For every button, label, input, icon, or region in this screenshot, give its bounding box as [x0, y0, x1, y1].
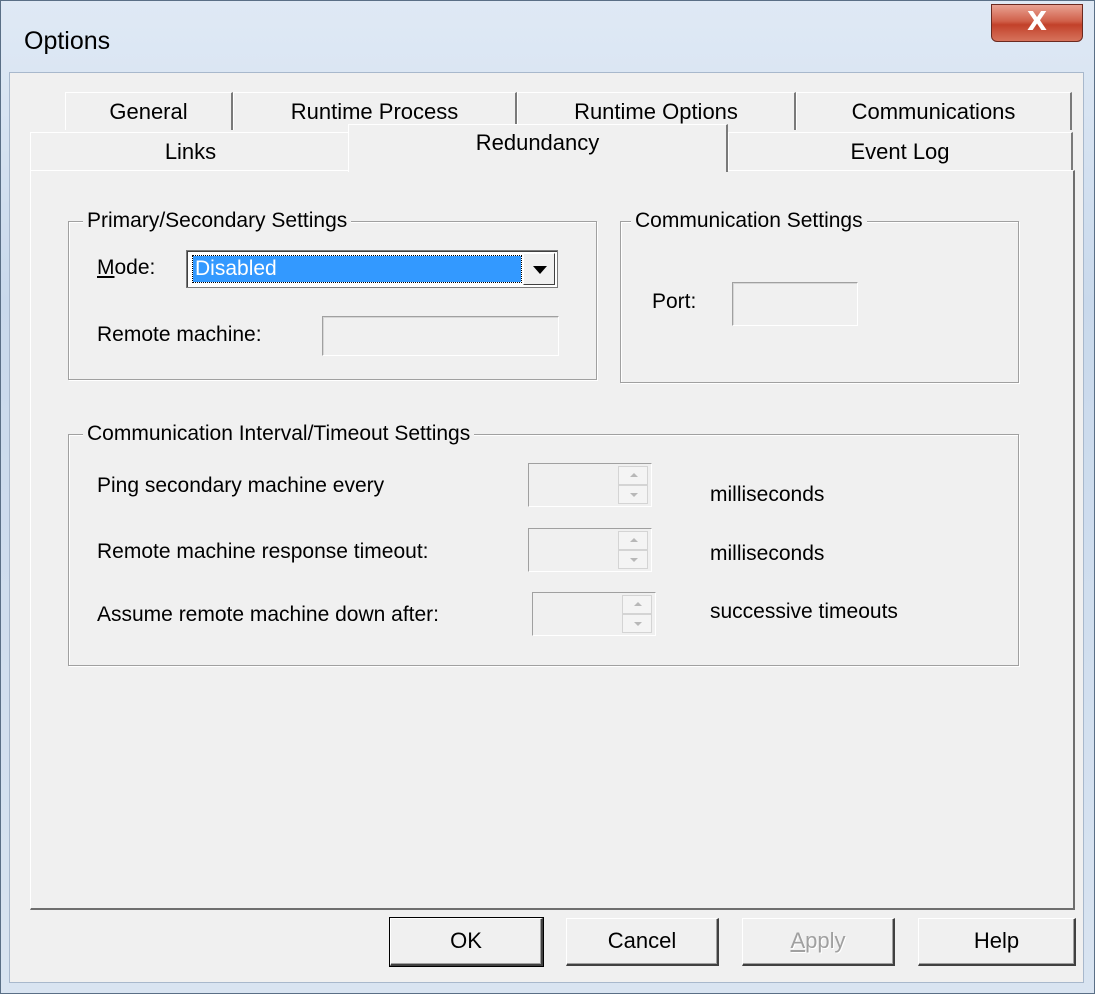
mode-label-rest: ode:: [114, 256, 156, 279]
spin-down-icon: [630, 558, 638, 562]
ok-button[interactable]: OK: [389, 917, 544, 967]
remote-machine-field[interactable]: [322, 316, 559, 356]
spin-up-icon: [634, 602, 642, 606]
apply-button[interactable]: Apply: [742, 918, 895, 966]
spin-down-button[interactable]: [622, 614, 652, 633]
spin-up-icon: [630, 538, 638, 542]
response-timeout-spinner[interactable]: [528, 528, 652, 572]
chevron-down-icon: [533, 266, 547, 274]
cancel-button[interactable]: Cancel: [566, 918, 719, 966]
apply-mnemonic: A: [790, 928, 806, 953]
spin-down-icon: [634, 622, 642, 626]
apply-label-rest: pply: [805, 928, 846, 953]
spin-up-button[interactable]: [622, 595, 652, 614]
tab-communications[interactable]: Communications: [796, 92, 1072, 130]
spin-down-icon: [630, 493, 638, 497]
down-after-spinner[interactable]: [532, 592, 656, 636]
primary-secondary-legend: Primary/Secondary Settings: [83, 209, 352, 233]
tab-redundancy[interactable]: Redundancy: [348, 124, 728, 172]
close-icon: X: [1026, 7, 1048, 37]
mode-label-mnemonic: M: [97, 256, 115, 279]
response-timeout-label: Remote machine response timeout:: [97, 540, 429, 563]
spin-down-button[interactable]: [618, 485, 648, 504]
communication-settings-legend: Communication Settings: [631, 209, 867, 233]
tab-event-log[interactable]: Event Log: [728, 132, 1073, 170]
down-after-unit: successive timeouts: [710, 600, 898, 623]
close-button[interactable]: X: [991, 4, 1083, 42]
port-label: Port:: [652, 290, 697, 313]
response-timeout-unit: milliseconds: [710, 542, 825, 565]
mode-select[interactable]: Disabled: [186, 250, 558, 288]
ping-interval-spinner[interactable]: [528, 463, 652, 507]
mode-selected-value: Disabled: [192, 255, 522, 283]
interval-timeout-legend: Communication Interval/Timeout Settings: [83, 422, 475, 446]
spin-up-icon: [630, 473, 638, 477]
tab-links[interactable]: Links: [30, 132, 352, 170]
down-after-label: Assume remote machine down after:: [97, 603, 439, 626]
spin-up-button[interactable]: [618, 466, 648, 485]
ping-interval-label: Ping secondary machine every: [97, 474, 385, 497]
mode-label: Mode:: [97, 256, 155, 280]
port-field[interactable]: [732, 282, 858, 326]
spin-down-button[interactable]: [618, 550, 648, 569]
mode-dropdown-button[interactable]: [523, 253, 555, 285]
ping-interval-unit: milliseconds: [710, 483, 825, 506]
window-title: Options: [24, 27, 111, 55]
primary-secondary-group: Primary/Secondary Settings: [68, 209, 597, 380]
help-button[interactable]: Help: [918, 918, 1076, 966]
remote-machine-label: Remote machine:: [97, 323, 262, 346]
tab-general[interactable]: General: [65, 92, 233, 130]
spin-up-button[interactable]: [618, 531, 648, 550]
